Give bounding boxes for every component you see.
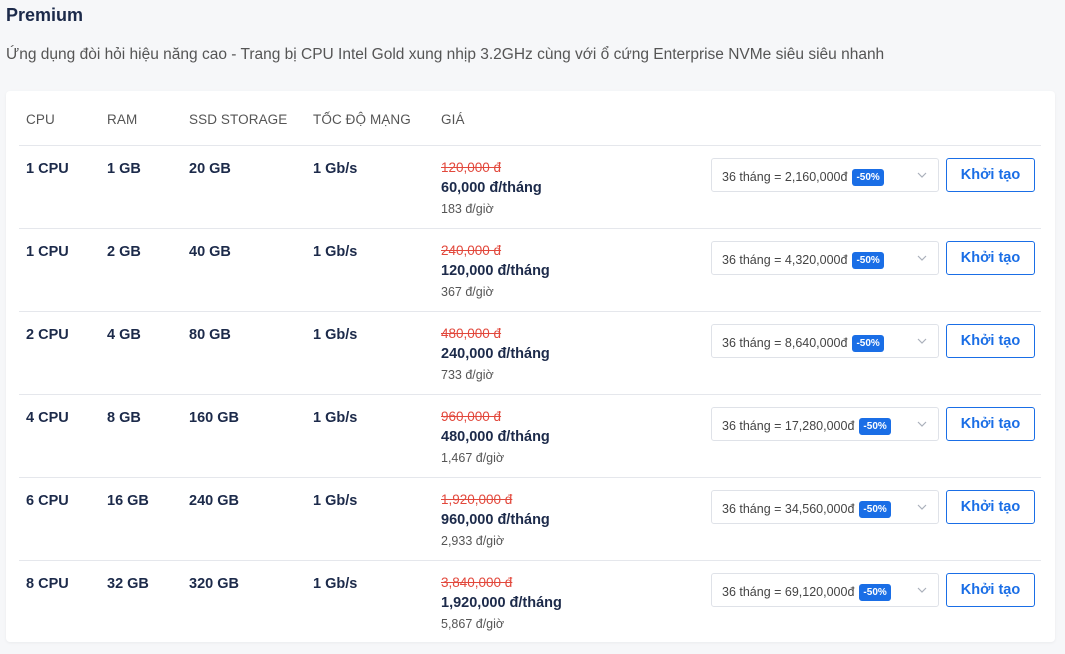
term-text: 36 tháng = 17,280,000đ xyxy=(722,419,855,433)
network-cell: 1 Gb/s xyxy=(313,161,358,177)
header-cpu: CPU xyxy=(26,112,55,127)
table-row: 6 CPU 16 GB 240 GB 1 Gb/s 1,920,000 đ 96… xyxy=(19,477,1041,561)
network-cell: 1 Gb/s xyxy=(313,410,358,426)
header-ssd: SSD STORAGE xyxy=(189,112,288,127)
discount-badge: -50% xyxy=(852,169,884,186)
ssd-cell: 40 GB xyxy=(189,244,231,260)
billing-term-value: 36 tháng = 69,120,000đ -50% xyxy=(722,584,891,601)
cpu-cell: 6 CPU xyxy=(26,493,69,509)
billing-term-value: 36 tháng = 4,320,000đ -50% xyxy=(722,252,884,269)
create-button[interactable]: Khởi tạo xyxy=(946,573,1035,607)
create-button[interactable]: Khởi tạo xyxy=(946,241,1035,275)
billing-term-select[interactable]: 36 tháng = 17,280,000đ -50% xyxy=(711,407,939,441)
discount-badge: -50% xyxy=(859,418,891,435)
cpu-cell: 4 CPU xyxy=(26,410,69,426)
old-price: 480,000 đ xyxy=(441,326,502,341)
billing-term-select[interactable]: 36 tháng = 2,160,000đ -50% xyxy=(711,158,939,192)
ram-cell: 4 GB xyxy=(107,327,141,343)
create-button[interactable]: Khởi tạo xyxy=(946,324,1035,358)
monthly-price: 120,000 đ/tháng xyxy=(441,263,550,279)
hourly-price: 183 đ/giờ xyxy=(441,202,494,216)
network-cell: 1 Gb/s xyxy=(313,244,358,260)
ssd-cell: 20 GB xyxy=(189,161,231,177)
pricing-table: CPU RAM SSD STORAGE TỐC ĐỘ MẠNG GIÁ 1 CP… xyxy=(6,91,1055,642)
term-text: 36 tháng = 2,160,000đ xyxy=(722,170,848,184)
cpu-cell: 8 CPU xyxy=(26,576,69,592)
discount-badge: -50% xyxy=(852,335,884,352)
monthly-price: 60,000 đ/tháng xyxy=(441,180,542,196)
hourly-price: 367 đ/giờ xyxy=(441,285,494,299)
create-button[interactable]: Khởi tạo xyxy=(946,158,1035,192)
discount-badge: -50% xyxy=(859,501,891,518)
table-header: CPU RAM SSD STORAGE TỐC ĐỘ MẠNG GIÁ xyxy=(6,91,1055,146)
ram-cell: 2 GB xyxy=(107,244,141,260)
discount-badge: -50% xyxy=(859,584,891,601)
network-cell: 1 Gb/s xyxy=(313,493,358,509)
section-subtitle: Ứng dụng đòi hỏi hiệu năng cao - Trang b… xyxy=(6,46,885,63)
hourly-price: 2,933 đ/giờ xyxy=(441,534,505,548)
monthly-price: 960,000 đ/tháng xyxy=(441,512,550,528)
billing-term-select[interactable]: 36 tháng = 8,640,000đ -50% xyxy=(711,324,939,358)
hourly-price: 733 đ/giờ xyxy=(441,368,494,382)
billing-term-value: 36 tháng = 34,560,000đ -50% xyxy=(722,501,891,518)
table-row: 2 CPU 4 GB 80 GB 1 Gb/s 480,000 đ 240,00… xyxy=(19,311,1041,395)
old-price: 120,000 đ xyxy=(441,160,502,175)
ram-cell: 8 GB xyxy=(107,410,141,426)
ssd-cell: 160 GB xyxy=(189,410,239,426)
cpu-cell: 1 CPU xyxy=(26,161,69,177)
term-text: 36 tháng = 4,320,000đ xyxy=(722,253,848,267)
monthly-price: 240,000 đ/tháng xyxy=(441,346,550,362)
old-price: 3,840,000 đ xyxy=(441,575,513,590)
ram-cell: 16 GB xyxy=(107,493,149,509)
network-cell: 1 Gb/s xyxy=(313,327,358,343)
ssd-cell: 80 GB xyxy=(189,327,231,343)
old-price: 240,000 đ xyxy=(441,243,502,258)
header-price: GIÁ xyxy=(441,112,465,127)
term-text: 36 tháng = 69,120,000đ xyxy=(722,585,855,599)
monthly-price: 480,000 đ/tháng xyxy=(441,429,550,445)
header-ram: RAM xyxy=(107,112,138,127)
network-cell: 1 Gb/s xyxy=(313,576,358,592)
ram-cell: 1 GB xyxy=(107,161,141,177)
chevron-down-icon xyxy=(917,338,927,344)
old-price: 960,000 đ xyxy=(441,409,502,424)
table-row: 4 CPU 8 GB 160 GB 1 Gb/s 960,000 đ 480,0… xyxy=(19,394,1041,478)
old-price: 1,920,000 đ xyxy=(441,492,513,507)
billing-term-value: 36 tháng = 17,280,000đ -50% xyxy=(722,418,891,435)
header-network: TỐC ĐỘ MẠNG xyxy=(313,112,411,127)
term-text: 36 tháng = 8,640,000đ xyxy=(722,336,848,350)
discount-badge: -50% xyxy=(852,252,884,269)
hourly-price: 1,467 đ/giờ xyxy=(441,451,505,465)
term-text: 36 tháng = 34,560,000đ xyxy=(722,502,855,516)
chevron-down-icon xyxy=(917,255,927,261)
chevron-down-icon xyxy=(917,587,927,593)
billing-term-select[interactable]: 36 tháng = 4,320,000đ -50% xyxy=(711,241,939,275)
ram-cell: 32 GB xyxy=(107,576,149,592)
billing-term-value: 36 tháng = 2,160,000đ -50% xyxy=(722,169,884,186)
billing-term-select[interactable]: 36 tháng = 69,120,000đ -50% xyxy=(711,573,939,607)
cpu-cell: 1 CPU xyxy=(26,244,69,260)
chevron-down-icon xyxy=(917,172,927,178)
create-button[interactable]: Khởi tạo xyxy=(946,490,1035,524)
ssd-cell: 240 GB xyxy=(189,493,239,509)
chevron-down-icon xyxy=(917,421,927,427)
billing-term-value: 36 tháng = 8,640,000đ -50% xyxy=(722,335,884,352)
table-row: 1 CPU 2 GB 40 GB 1 Gb/s 240,000 đ 120,00… xyxy=(19,228,1041,312)
chevron-down-icon xyxy=(917,504,927,510)
monthly-price: 1,920,000 đ/tháng xyxy=(441,595,562,611)
table-row: 8 CPU 32 GB 320 GB 1 Gb/s 3,840,000 đ 1,… xyxy=(19,560,1041,644)
billing-term-select[interactable]: 36 tháng = 34,560,000đ -50% xyxy=(711,490,939,524)
create-button[interactable]: Khởi tạo xyxy=(946,407,1035,441)
table-row: 1 CPU 1 GB 20 GB 1 Gb/s 120,000 đ 60,000… xyxy=(19,145,1041,229)
hourly-price: 5,867 đ/giờ xyxy=(441,617,505,631)
cpu-cell: 2 CPU xyxy=(26,327,69,343)
section-title: Premium xyxy=(6,5,84,25)
ssd-cell: 320 GB xyxy=(189,576,239,592)
